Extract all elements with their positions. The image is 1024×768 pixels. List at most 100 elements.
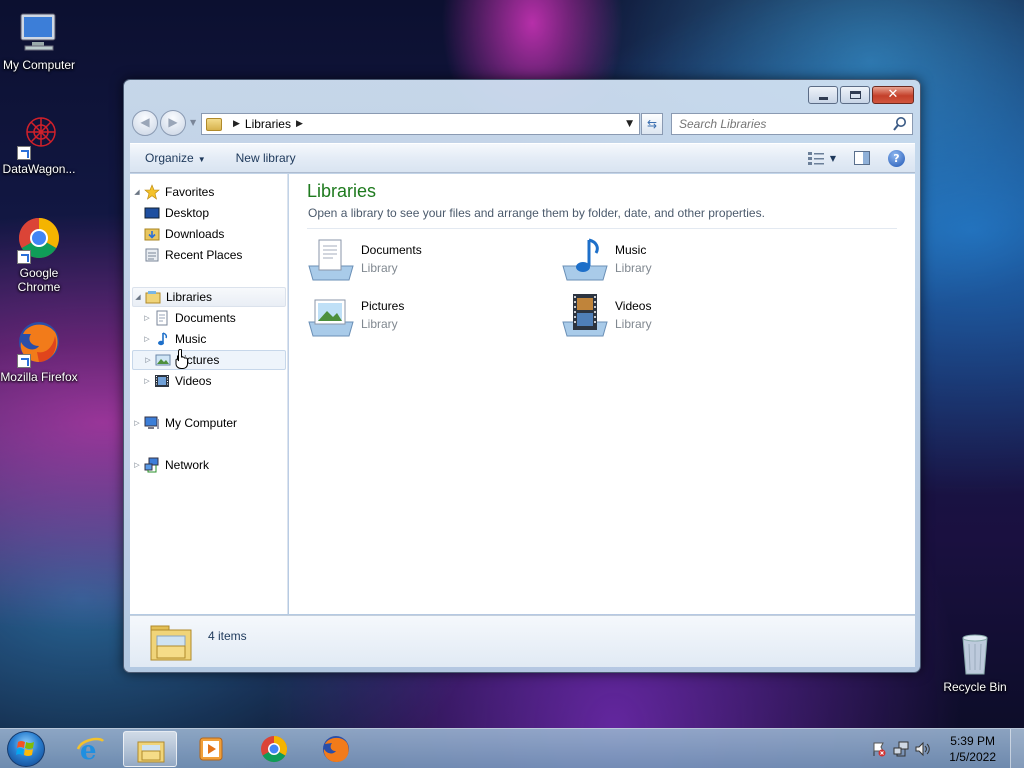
expand-arrow-icon[interactable]: ▷: [143, 356, 153, 364]
address-dropdown-icon[interactable]: ▼: [626, 119, 633, 129]
pictures-library-icon: [307, 292, 357, 340]
computer-icon: [144, 415, 160, 431]
library-item-music[interactable]: Music Library: [561, 236, 801, 284]
expand-arrow-icon[interactable]: ▷: [142, 377, 152, 385]
shortcut-arrow-icon: [17, 250, 31, 264]
nav-label: Favorites: [165, 185, 215, 199]
back-button[interactable]: ◀: [132, 110, 158, 136]
recent-pages-dropdown[interactable]: ▼: [190, 118, 196, 127]
expand-arrow-icon[interactable]: ▷: [142, 335, 152, 343]
film-strip-icon: [154, 373, 170, 389]
library-type: Library: [615, 261, 652, 275]
expand-arrow-icon[interactable]: ▷: [132, 419, 142, 427]
search-input[interactable]: [672, 114, 882, 134]
desktop-icon-google-chrome[interactable]: Google Chrome: [0, 216, 78, 294]
libraries-folder-icon: [145, 289, 161, 305]
library-item-pictures[interactable]: Pictures Library: [307, 292, 547, 340]
libraries-folder-icon: [206, 117, 222, 131]
collapse-arrow-icon[interactable]: ◢: [133, 293, 143, 301]
library-item-videos[interactable]: Videos Library: [561, 292, 801, 340]
star-icon: [144, 184, 160, 200]
maximize-button[interactable]: [840, 86, 870, 104]
nav-item-libraries[interactable]: ◢ Libraries: [132, 287, 286, 307]
expand-arrow-icon[interactable]: ▷: [142, 314, 152, 322]
library-item-documents[interactable]: Documents Library: [307, 236, 547, 284]
datawagon-icon: [15, 112, 63, 160]
start-button[interactable]: [7, 731, 45, 767]
library-type: Library: [361, 317, 398, 331]
nav-item-desktop[interactable]: Desktop: [142, 203, 296, 223]
organize-label: Organize: [145, 151, 194, 165]
navigation-pane: ◢ Favorites Desktop Downloads Recent Pla…: [130, 174, 288, 614]
show-desktop-button[interactable]: [1010, 729, 1024, 768]
help-icon[interactable]: ?: [888, 149, 905, 167]
desktop-icon-my-computer[interactable]: My Computer: [0, 8, 78, 72]
libraries-folder-icon: [149, 622, 193, 662]
breadcrumb-libraries[interactable]: Libraries: [245, 117, 291, 131]
library-name: Pictures: [361, 299, 405, 313]
library-type: Library: [361, 261, 398, 275]
recent-places-icon: [144, 247, 160, 263]
clock[interactable]: 5:39 PM 1/5/2022: [949, 733, 996, 765]
nav-label: My Computer: [165, 416, 238, 430]
search-box[interactable]: [671, 113, 913, 135]
nav-item-my-computer[interactable]: ▷ My Computer: [132, 413, 286, 433]
explorer-window: ✕ ◀ ▶ ▼ ▶ Libraries ▶ ▼ ⇆ Organize▼ New …: [123, 79, 921, 673]
change-view-button[interactable]: ▼: [807, 151, 836, 165]
expand-arrow-icon[interactable]: ▷: [132, 461, 142, 469]
media-player-icon: [197, 735, 225, 763]
forward-button[interactable]: ▶: [160, 110, 186, 136]
address-bar[interactable]: ▶ Libraries ▶ ▼: [201, 113, 640, 135]
desktop-icon-datawagon[interactable]: DataWagon...: [0, 112, 78, 176]
breadcrumb-arrow-icon[interactable]: ▶: [296, 119, 303, 129]
nav-label: Network: [165, 458, 210, 472]
details-pane: 4 items: [130, 615, 915, 667]
nav-item-recent-places[interactable]: Recent Places: [142, 245, 296, 265]
search-icon[interactable]: [893, 116, 907, 132]
desktop-icon-label: DataWagon...: [2, 162, 76, 176]
breadcrumb-arrow-icon[interactable]: ▶: [233, 119, 240, 129]
preview-pane-icon[interactable]: [854, 151, 870, 165]
organize-menu[interactable]: Organize ▼: [130, 151, 221, 165]
taskbar-media-player[interactable]: [184, 731, 238, 767]
back-arrow-icon: ◀: [140, 115, 150, 129]
collapse-arrow-icon[interactable]: ◢: [132, 188, 142, 196]
library-type: Library: [615, 317, 652, 331]
documents-library-icon: [307, 236, 357, 284]
refresh-button[interactable]: ⇆: [641, 113, 663, 135]
close-icon: ✕: [887, 87, 899, 102]
clock-time: 5:39 PM: [950, 734, 995, 748]
nav-item-favorites[interactable]: ◢ Favorites: [132, 182, 286, 202]
chrome-icon: [15, 216, 63, 264]
documents-icon: [154, 310, 170, 326]
caption-buttons: ✕: [808, 86, 914, 104]
nav-item-network[interactable]: ▷ Network: [132, 455, 286, 475]
volume-icon[interactable]: [915, 741, 931, 757]
videos-library-icon: [561, 292, 611, 340]
internet-explorer-icon: e: [76, 735, 104, 766]
nav-item-videos[interactable]: ▷ Videos: [142, 371, 286, 391]
nav-item-pictures[interactable]: ▷ Pictures: [132, 350, 286, 370]
network-icon[interactable]: [893, 741, 909, 757]
desktop-icon-label: My Computer: [2, 58, 76, 72]
taskbar-mozilla-firefox[interactable]: [309, 731, 363, 767]
forward-arrow-icon: ▶: [168, 115, 178, 129]
minimize-button[interactable]: [808, 86, 838, 104]
chevron-down-icon: ▼: [197, 155, 206, 164]
taskbar-internet-explorer[interactable]: e: [63, 731, 117, 767]
close-button[interactable]: ✕: [872, 86, 914, 104]
action-center-flag-icon[interactable]: [871, 741, 887, 757]
desktop-icon-mozilla-firefox[interactable]: Mozilla Firefox: [0, 320, 78, 384]
chrome-icon: [260, 735, 288, 763]
firefox-icon: [322, 735, 350, 763]
firefox-icon: [15, 320, 63, 368]
nav-label: Downloads: [165, 227, 225, 241]
nav-item-music[interactable]: ▷ Music: [142, 329, 286, 349]
nav-item-documents[interactable]: ▷ Documents: [142, 308, 286, 328]
taskbar-google-chrome[interactable]: [247, 731, 301, 767]
desktop-icon-recycle-bin[interactable]: Recycle Bin: [936, 630, 1014, 694]
taskbar-windows-explorer[interactable]: [123, 731, 177, 767]
minimize-icon: [819, 97, 828, 100]
new-library-button[interactable]: New library: [221, 151, 311, 165]
nav-item-downloads[interactable]: Downloads: [142, 224, 296, 244]
